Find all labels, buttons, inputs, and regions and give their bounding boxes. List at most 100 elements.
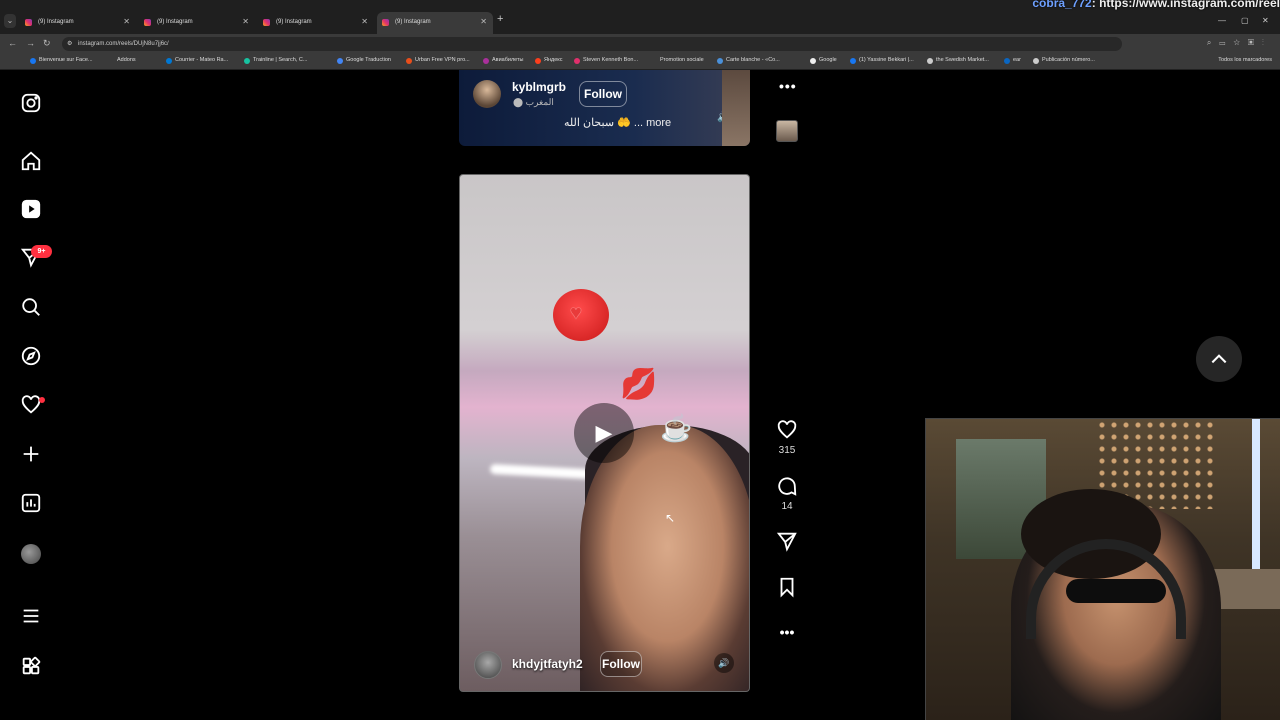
plus-icon[interactable] [20,443,44,467]
profile-avatar[interactable] [21,544,41,564]
compass-icon[interactable] [20,345,44,369]
all-bookmarks[interactable]: Todos los marcadores [1218,57,1272,63]
browser-tab[interactable]: (9) Instagram ✕ [258,14,374,30]
comment-icon[interactable] [776,475,798,497]
bookmark-item[interactable]: Courrier - Mateo Ra... [166,57,229,64]
bookmark-item[interactable]: Promotion sociale [651,57,704,63]
web-icon [1033,58,1039,64]
bookmark-label: Google [819,57,837,63]
bookmark-item[interactable]: Steven Kenneth Bon... [574,57,638,64]
bookmark-label: Courrier - Mateo Ra... [175,57,229,63]
previous-reel-button[interactable] [1196,336,1242,382]
play-icon[interactable]: ▶ [574,403,634,463]
instagram-favicon-icon [144,19,151,26]
follow-button[interactable]: Follow [600,651,642,677]
minimize-icon[interactable]: — [1218,16,1226,25]
bookmark-item[interactable]: Urban Free VPN pro... [406,57,470,64]
close-tab-icon[interactable]: ✕ [361,14,368,30]
apps-icon[interactable] [20,655,44,679]
close-tab-icon[interactable]: ✕ [123,14,130,30]
bookmark-item[interactable]: Google Traduction [337,57,391,64]
bookmark-item[interactable]: Google [810,57,837,64]
yandex-icon [535,58,541,64]
bookmark-item[interactable]: ear [1004,57,1021,64]
tab-search-button[interactable]: ⌄ [4,14,16,28]
stream-chat-overlay: cobra_772: https://www.instagram.com/ree… [1032,0,1280,10]
outlook-icon [166,58,172,64]
chevron-up-icon [1211,354,1227,364]
volume-icon[interactable]: 🔊 [714,653,734,673]
search-icon[interactable] [20,296,44,320]
bookmark-item[interactable]: Яндекс [535,57,563,64]
close-tab-icon[interactable]: ✕ [480,12,487,32]
bookmark-label: Авиабилеты [492,57,524,63]
tab-title: (9) Instagram [157,19,193,25]
url-text: instagram.com/reels/DUjN8u7jj6c/ [78,41,169,47]
all-bookmarks-label: Todos los marcadores [1218,57,1272,63]
messages-badge: 9+ [31,245,52,258]
avatar[interactable] [473,80,501,108]
streamer-webcam [925,418,1280,720]
reel-username[interactable]: kyblmgrb [512,80,566,94]
instagram-sidebar [0,70,64,720]
close-window-icon[interactable]: ✕ [1262,16,1269,25]
vpn-icon [406,58,412,64]
bookmark-label: Яндекс [544,57,563,63]
share-icon[interactable] [776,530,798,552]
bookmark-item[interactable]: Trainline | Search, C... [244,57,307,64]
bookmark-item[interactable]: Авиабилеты [483,57,524,64]
forward-icon[interactable]: → [26,38,35,48]
bookmark-label: the Swedish Market... [936,57,989,63]
reels-icon[interactable] [20,198,44,222]
bookmark-label: Addons [117,57,136,63]
tab-title: (9) Instagram [38,19,74,25]
reload-icon[interactable]: ↻ [43,38,51,49]
browser-toolbar-icons[interactable]: ⌕▭☆▣⋮ [1207,38,1272,48]
bookmark-item[interactable]: Bienvenue sur Face... [30,57,93,64]
close-tab-icon[interactable]: ✕ [242,14,249,30]
chart-icon[interactable] [20,492,44,516]
more-options-icon[interactable]: ••• [776,621,798,643]
follow-button[interactable]: Follow [579,81,627,107]
sunglasses [1066,579,1166,603]
coffee-sticker: ☕ [660,413,693,443]
hamburger-icon[interactable] [20,605,44,629]
site-info-icon[interactable]: ⚙ [67,37,72,51]
location-text: المغرب [525,97,554,107]
reel-caption[interactable]: سبحان الله 🤲 ... more [564,116,671,129]
lips-sticker: 💋 [620,368,658,401]
google-icon [810,58,816,64]
bookmarks-bar: Bienvenue sur Face... Addons Courrier - … [0,54,1280,70]
bookmark-item[interactable]: Addons [108,57,136,63]
bookmark-label: Carte blanche - «Co... [726,57,780,63]
reel-video[interactable]: ♥ 💋 ☕ ▶ ↖ khdyjtfatyh2 Follow 🔊 [459,174,750,692]
new-tab-button[interactable]: + [497,13,503,25]
web-icon [927,58,933,64]
restore-icon[interactable]: ▢ [1241,16,1249,25]
bookmark-item[interactable]: (1) Yassine Bekkari |... [850,57,914,64]
bookmark-icon[interactable] [776,576,798,598]
bookmark-item[interactable]: Carte blanche - «Co... [717,57,780,64]
browser-tab[interactable]: (9) Instagram ✕ [20,14,136,30]
facebook-icon [30,58,36,64]
linkedin-icon [1004,58,1010,64]
bookmark-label: (1) Yassine Bekkari |... [859,57,914,63]
browser-tab-active[interactable]: (9) Instagram ✕ [377,12,493,34]
heart-sticker: ♥ [553,289,609,341]
bookmark-label: Publicación número... [1042,57,1095,63]
stream-chat-text: : https://www.instagram.com/reel [1091,0,1280,10]
bookmark-item[interactable]: the Swedish Market... [927,57,989,64]
instagram-icon[interactable] [20,92,44,116]
avatar[interactable] [474,651,502,679]
previous-reel[interactable]: kyblmgrb ⬤ المغرب Follow سبحان الله 🤲 ..… [459,70,750,146]
more-options-icon[interactable]: ••• [779,78,797,94]
bookmark-item[interactable]: Publicación número... [1033,57,1095,64]
reel-image-edge [722,70,750,146]
url-input[interactable]: ⚙ instagram.com/reels/DUjN8u7jj6c/ [62,37,1122,51]
like-heart-icon[interactable] [776,419,798,441]
audio-thumbnail[interactable] [776,120,798,142]
reel-username[interactable]: khdyjtfatyh2 [512,657,583,671]
back-icon[interactable]: ← [8,38,17,48]
home-icon[interactable] [20,150,44,174]
browser-tab[interactable]: (9) Instagram ✕ [139,14,255,30]
